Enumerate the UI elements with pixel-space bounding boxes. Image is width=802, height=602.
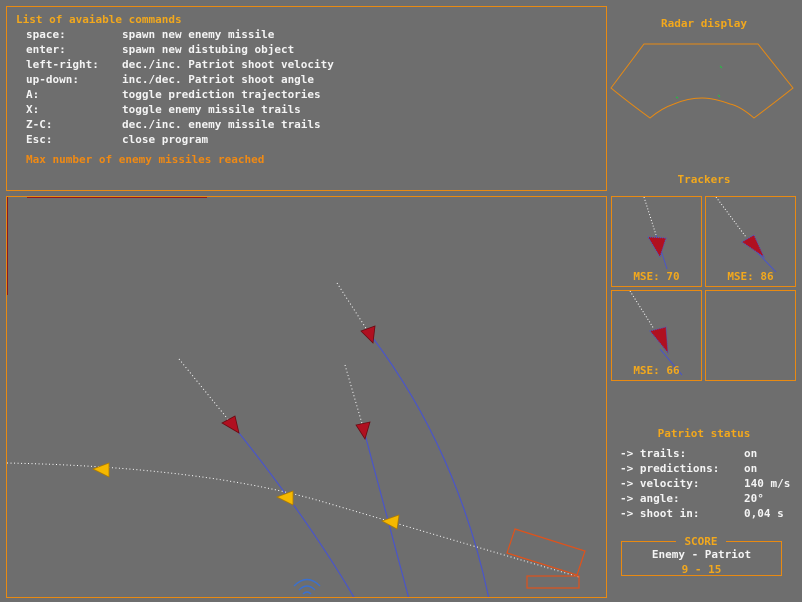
enemy-missile-trail	[178, 358, 232, 424]
commands-title: List of avaiable commands	[16, 13, 182, 26]
radar-blip	[675, 96, 679, 99]
score-header: Enemy - Patriot	[651, 548, 752, 561]
disturbing-object-icon	[293, 578, 321, 587]
status-label: -> trails:	[620, 447, 687, 460]
radar-blip	[717, 94, 721, 98]
enemy-missile	[355, 421, 371, 440]
tracker-mse-label: MSE: 70	[633, 270, 680, 283]
patriot-missile	[92, 462, 110, 478]
command-desc: toggle enemy missile trails	[122, 103, 301, 116]
radar-title: Radar display	[660, 17, 748, 30]
radar-blip	[719, 65, 723, 69]
command-key: Z-C:	[26, 118, 53, 131]
status-value: 20°	[744, 492, 764, 505]
max-missiles-warning: Max number of enemy missiles reached	[26, 153, 265, 166]
status-label: -> shoot in:	[620, 507, 700, 520]
command-key: A:	[26, 88, 40, 101]
command-desc: spawn new distubing object	[122, 43, 295, 56]
tracker-missile-icon	[649, 326, 669, 355]
command-desc: toggle prediction trajectories	[122, 88, 321, 101]
command-key: space:	[26, 28, 66, 41]
score-label: SCORE	[676, 535, 726, 548]
tracker-missile-icon	[647, 236, 667, 259]
prediction-trajectory	[368, 332, 490, 597]
command-key: enter:	[26, 43, 66, 56]
patriot-missile	[381, 514, 400, 530]
status-value: on	[744, 462, 758, 475]
disturbing-object-icon	[302, 591, 312, 595]
patriot-launcher-base	[526, 575, 580, 589]
battlefield-canvas	[7, 197, 586, 597]
disturbing-object-icon	[298, 585, 316, 591]
status-value: on	[744, 447, 758, 460]
radar-display	[610, 43, 794, 119]
enemy-missile	[221, 415, 240, 434]
command-desc: close program	[122, 133, 209, 146]
command-desc: dec./inc. enemy missile trails	[122, 118, 321, 131]
tracker-view-2: MSE: 86	[705, 196, 796, 287]
command-desc: dec./inc. Patriot shoot velocity	[122, 58, 334, 71]
patriot-status-title: Patriot status	[657, 427, 751, 440]
commands-panel: List of avaiable commands space: spawn ne…	[6, 6, 607, 191]
status-label: -> angle:	[620, 492, 680, 505]
command-key: Esc:	[26, 133, 53, 146]
patriot-launcher	[506, 528, 586, 576]
radar-sector	[610, 43, 794, 119]
command-key: X:	[26, 103, 40, 116]
patriot-missile-trail	[7, 462, 580, 578]
status-value: 0,04 s	[744, 507, 784, 520]
tracker-view-4	[705, 290, 796, 381]
status-label: -> velocity:	[620, 477, 700, 490]
enemy-missile-trail	[336, 282, 370, 334]
enemy-missile	[360, 325, 376, 344]
status-label: -> predictions:	[620, 462, 720, 475]
prediction-trajectory	[230, 422, 355, 597]
score-value: 9 - 15	[681, 563, 722, 576]
tracker-mse-label: MSE: 86	[727, 270, 774, 283]
command-key: left-right:	[26, 58, 99, 71]
command-key: up-down:	[26, 73, 79, 86]
command-desc: spawn new enemy missile	[122, 28, 275, 41]
game-field[interactable]	[6, 196, 607, 598]
status-value: 140 m/s	[744, 477, 791, 490]
enemy-missile-trail	[344, 364, 364, 428]
prediction-trajectory	[362, 426, 410, 597]
tracker-view-1: MSE: 70	[611, 196, 702, 287]
tracker-mse-label: MSE: 66	[633, 364, 680, 377]
tracker-missile-icon	[741, 234, 766, 259]
command-desc: inc./dec. Patriot shoot angle	[122, 73, 315, 86]
trackers-title: Trackers	[677, 173, 731, 186]
tracker-view-3: MSE: 66	[611, 290, 702, 381]
